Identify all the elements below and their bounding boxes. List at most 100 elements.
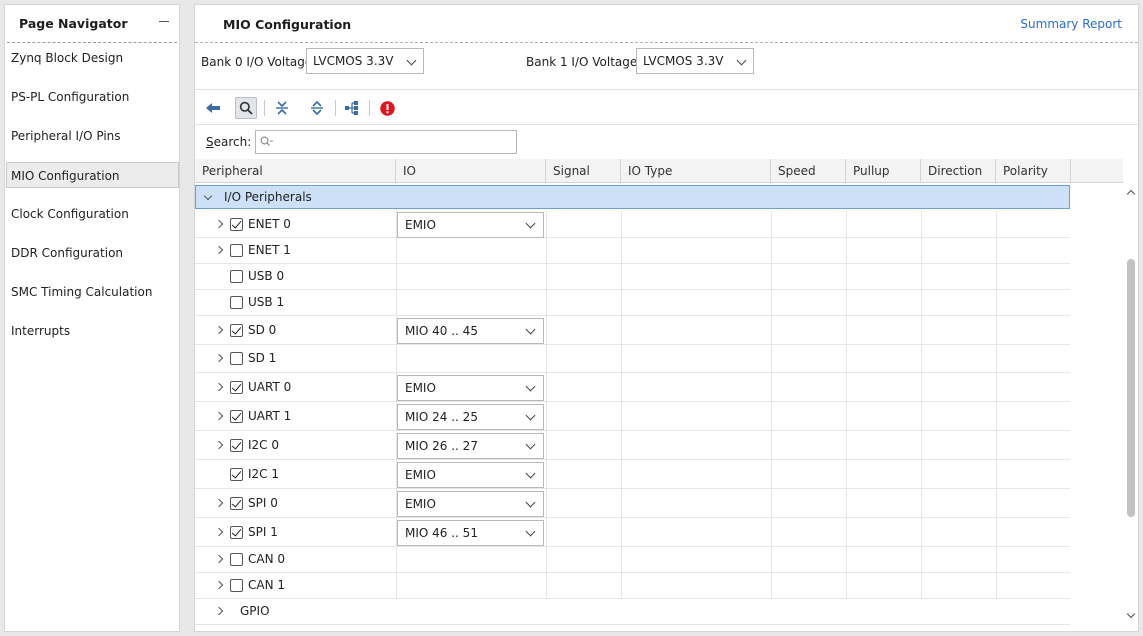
table-row[interactable]: I2C 0 MIO 26 .. 27	[195, 431, 1070, 460]
column-polarity[interactable]: Polarity	[996, 159, 1071, 183]
errors-button[interactable]	[376, 97, 398, 119]
table-row[interactable]: SD 0 MIO 40 .. 45	[195, 316, 1070, 345]
hierarchy-button[interactable]	[341, 97, 363, 119]
chevron-right-icon[interactable]	[214, 353, 224, 363]
peripheral-checkbox[interactable]	[230, 296, 243, 309]
search-toggle-button[interactable]	[235, 97, 257, 119]
io-select[interactable]: MIO 26 .. 27	[397, 433, 544, 459]
table-row[interactable]: UART 1 MIO 24 .. 25	[195, 402, 1070, 431]
column-io-type[interactable]: IO Type	[621, 159, 771, 183]
nav-item-interrupts[interactable]: Interrupts	[7, 318, 179, 344]
peripheral-checkbox[interactable]	[230, 439, 243, 452]
peripheral-name: SD 1	[248, 351, 277, 365]
search-input[interactable]	[255, 130, 517, 154]
table-row[interactable]: SPI 0 EMIO	[195, 489, 1070, 518]
io-select[interactable]: EMIO	[397, 375, 544, 401]
peripheral-name: UART 1	[248, 409, 292, 423]
table-row[interactable]: USB 1	[195, 290, 1070, 316]
nav-item-clock-configuration[interactable]: Clock Configuration	[7, 201, 179, 227]
io-select[interactable]: EMIO	[397, 462, 544, 488]
bank0-voltage-select[interactable]: LVCMOS 3.3V	[306, 48, 424, 74]
cell-divider	[996, 290, 997, 315]
peripheral-checkbox[interactable]	[230, 324, 243, 337]
chevron-right-icon[interactable]	[214, 440, 224, 450]
chevron-down-icon	[525, 324, 536, 335]
peripheral-checkbox[interactable]	[230, 381, 243, 394]
chevron-right-icon[interactable]	[214, 498, 224, 508]
table-row[interactable]: ENET 0 EMIO	[195, 211, 1070, 238]
table-row[interactable]: SPI 1 MIO 46 .. 51	[195, 518, 1070, 547]
chevron-right-icon[interactable]	[214, 554, 224, 564]
vertical-scrollbar[interactable]	[1123, 183, 1138, 631]
cell-divider	[846, 460, 847, 488]
peripheral-checkbox[interactable]	[230, 270, 243, 283]
nav-item-smc-timing-calculation[interactable]: SMC Timing Calculation	[7, 279, 179, 305]
nav-item-ddr-configuration[interactable]: DDR Configuration	[7, 240, 179, 266]
peripheral-checkbox[interactable]	[230, 526, 243, 539]
nav-item-ps-pl-configuration[interactable]: PS-PL Configuration	[7, 84, 179, 110]
table-row[interactable]: SD 1	[195, 345, 1070, 373]
column-pullup[interactable]: Pullup	[846, 159, 921, 183]
io-select[interactable]: MIO 40 .. 45	[397, 318, 544, 344]
io-select[interactable]: MIO 46 .. 51	[397, 520, 544, 546]
cell-divider	[921, 316, 922, 344]
nav-item-peripheral-io-pins[interactable]: Peripheral I/O Pins	[7, 123, 179, 149]
column-speed[interactable]: Speed	[771, 159, 846, 183]
io-select[interactable]: MIO 24 .. 25	[397, 404, 544, 430]
table-row[interactable]: UART 0 EMIO	[195, 373, 1070, 402]
bank1-voltage-select[interactable]: LVCMOS 3.3V	[636, 48, 754, 74]
chevron-right-icon[interactable]	[214, 527, 224, 537]
cell-divider	[996, 518, 997, 546]
minimize-icon[interactable]	[159, 21, 169, 22]
chevron-down-icon	[406, 55, 417, 66]
table-row[interactable]: ENET 1	[195, 238, 1070, 264]
table-row[interactable]: I2C 1 EMIO	[195, 460, 1070, 489]
chevron-down-icon[interactable]	[203, 191, 213, 201]
peripheral-name: USB 0	[248, 269, 285, 283]
cell-divider	[771, 373, 772, 401]
table-row[interactable]: USB 0	[195, 264, 1070, 290]
column-peripheral[interactable]: Peripheral	[195, 159, 396, 183]
peripheral-checkbox[interactable]	[230, 468, 243, 481]
group-row-io-peripherals[interactable]: I/O Peripherals	[195, 185, 1070, 209]
cell-divider	[546, 547, 547, 572]
cell-divider	[621, 431, 622, 459]
back-arrow-icon	[206, 103, 220, 113]
peripheral-checkbox[interactable]	[230, 218, 243, 231]
table-row[interactable]: CAN 1	[195, 573, 1070, 599]
chevron-down-icon	[736, 55, 747, 66]
io-select[interactable]: EMIO	[397, 491, 544, 517]
scroll-thumb[interactable]	[1127, 259, 1135, 517]
back-button[interactable]	[202, 97, 224, 119]
cell-divider	[996, 264, 997, 289]
peripheral-checkbox[interactable]	[230, 497, 243, 510]
io-select[interactable]: EMIO	[397, 212, 544, 238]
expand-all-button[interactable]	[306, 97, 328, 119]
nav-item-zynq-block-design[interactable]: Zynq Block Design	[7, 45, 179, 71]
scroll-down-icon[interactable]	[1126, 609, 1136, 619]
io-value: EMIO	[405, 468, 436, 482]
chevron-right-icon[interactable]	[214, 245, 224, 255]
cell-divider	[396, 290, 397, 315]
table-row[interactable]: CAN 0	[195, 547, 1070, 573]
collapse-all-button[interactable]	[271, 97, 293, 119]
chevron-right-icon[interactable]	[214, 325, 224, 335]
chevron-right-icon[interactable]	[214, 580, 224, 590]
summary-report-link[interactable]: Summary Report	[1020, 17, 1122, 31]
peripheral-checkbox[interactable]	[230, 553, 243, 566]
peripheral-checkbox[interactable]	[230, 352, 243, 365]
table-row-gpio[interactable]: GPIO	[195, 599, 1070, 625]
column-io[interactable]: IO	[396, 159, 546, 183]
peripheral-checkbox[interactable]	[230, 244, 243, 257]
scroll-up-icon[interactable]	[1126, 189, 1136, 199]
cell-divider	[846, 264, 847, 289]
peripheral-checkbox[interactable]	[230, 410, 243, 423]
chevron-right-icon[interactable]	[214, 219, 224, 229]
column-signal[interactable]: Signal	[546, 159, 621, 183]
column-direction[interactable]: Direction	[921, 159, 996, 183]
chevron-right-icon[interactable]	[214, 382, 224, 392]
nav-item-mio-configuration[interactable]: MIO Configuration	[6, 162, 179, 188]
chevron-right-icon[interactable]	[214, 606, 224, 616]
chevron-right-icon[interactable]	[214, 411, 224, 421]
peripheral-checkbox[interactable]	[230, 579, 243, 592]
